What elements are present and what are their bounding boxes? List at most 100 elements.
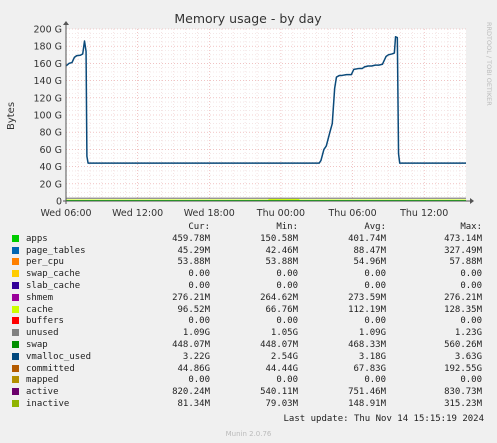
legend-series-name: mapped (26, 375, 59, 386)
legend-series-name: shmem (26, 292, 54, 303)
y-tick-label: 180 G (33, 42, 62, 53)
legend-swatch (12, 258, 19, 266)
legend-avg-value: 273.59M (348, 292, 386, 303)
legend-series-name: slab_cache (26, 280, 81, 291)
legend-min-value: 448.07M (260, 339, 298, 350)
legend-row-slab-cache: slab_cache 0.00 0.00 0.00 0.00 (12, 281, 482, 293)
legend-min-value: 540.11M (260, 387, 298, 398)
legend-cur-value: 45.29M (177, 245, 210, 256)
legend-cur-value: 53.88M (177, 257, 210, 268)
y-tick-label: 100 G (33, 111, 62, 122)
x-tick-label: Thu 12:00 (399, 208, 448, 219)
legend-avg-value: 0.00 (364, 375, 386, 386)
y-tick-label: 160 G (33, 59, 62, 70)
legend-min-value: 42.46M (265, 245, 298, 256)
y-tick-label: 20 G (40, 179, 62, 190)
legend-min-value: 2.54G (270, 351, 298, 362)
legend-row-active: active 820.24M 540.11M 751.46M 830.73M (12, 387, 482, 399)
legend-avg-value: 0.00 (364, 316, 386, 327)
legend-swatch (12, 364, 19, 372)
y-tick-label: 200 G (33, 25, 62, 36)
legend-cur-value: 0.00 (188, 269, 210, 280)
legend-series-name: page_tables (26, 245, 86, 256)
legend-min-value: 66.76M (265, 304, 298, 315)
y-axis-label: Bytes (6, 102, 17, 130)
legend-cur-value: 459.78M (172, 233, 210, 244)
y-tick-label: 120 G (33, 93, 62, 104)
header-min: Min: (276, 222, 298, 232)
legend-series-name: per_cpu (26, 257, 64, 268)
y-tick-label: 60 G (40, 145, 62, 156)
legend-cur-value: 81.34M (177, 398, 210, 409)
legend-row-mapped: mapped 0.00 0.00 0.00 0.00 (12, 375, 482, 387)
legend-row-page-tables: page_tables 45.29M 42.46M 88.47M 327.49M (12, 246, 482, 258)
legend-row-swap-cache: swap_cache 0.00 0.00 0.00 0.00 (12, 269, 482, 281)
legend-max-value: 57.88M (449, 257, 482, 268)
legend-max-value: 830.73M (444, 387, 482, 398)
legend-cur-value: 3.22G (182, 351, 210, 362)
legend-cur-value: 1.09G (182, 328, 210, 339)
legend-avg-value: 751.46M (348, 387, 386, 398)
legend-min-value: 0.00 (276, 269, 298, 280)
y-tick-label: 80 G (40, 128, 62, 139)
legend-min-value: 150.58M (260, 233, 298, 244)
legend-min-value: 1.05G (270, 328, 298, 339)
legend-swatch (12, 246, 19, 254)
chart-title: Memory usage - by day (174, 11, 322, 26)
legend-row-inactive: inactive 81.34M 79.03M 148.91M 315.23M (12, 399, 482, 411)
last-update: Last update: Thu Nov 14 15:15:19 2024 (283, 414, 484, 424)
x-tick-label: Wed 06:00 (40, 208, 91, 219)
legend-table: Cur: Min: Avg: Max: apps 459.78M 150.58M 40… (12, 222, 482, 411)
munin-graph: 0 20 G 40 G 60 G 80 G 100 G 120 G 140 G 160 G 180… (0, 0, 497, 443)
legend-max-value: 327.49M (444, 245, 482, 256)
legend-max-value: 0.00 (460, 269, 482, 280)
legend-max-value: 3.63G (454, 351, 482, 362)
x-tick-label: Thu 06:00 (327, 208, 376, 219)
legend-series-name: committed (26, 363, 75, 374)
legend-rows: apps 459.78M 150.58M 401.74M 473.14M page_tab… (12, 234, 482, 411)
legend-series-name: active (26, 387, 59, 398)
legend-series-name: cache (26, 304, 54, 315)
legend-swatch (12, 270, 19, 278)
legend-avg-value: 148.91M (348, 398, 386, 409)
legend-swatch (12, 317, 19, 325)
legend-series-name: inactive (26, 398, 70, 409)
legend-row-per-cpu: per_cpu 53.88M 53.88M 54.96M 57.88M (12, 257, 482, 269)
legend-series-name: swap (26, 339, 48, 350)
legend-swatch (12, 376, 19, 384)
legend-swatch (12, 340, 19, 348)
legend-max-value: 0.00 (460, 316, 482, 327)
legend-row-committed: committed 44.86G 44.44G 67.83G 192.55G (12, 364, 482, 376)
legend-cur-value: 448.07M (172, 339, 210, 350)
legend-swatch (12, 293, 19, 301)
legend-avg-value: 1.09G (358, 328, 386, 339)
legend-swatch (12, 399, 19, 407)
legend-max-value: 315.23M (444, 398, 482, 409)
legend-swatch (12, 305, 19, 313)
legend-row-shmem: shmem 276.21M 264.62M 273.59M 276.21M (12, 293, 482, 305)
legend-avg-value: 54.96M (353, 257, 386, 268)
legend-row-unused: unused 1.09G 1.05G 1.09G 1.23G (12, 328, 482, 340)
legend-avg-value: 0.00 (364, 280, 386, 291)
legend-series-name: swap_cache (26, 269, 81, 280)
legend-min-value: 0.00 (276, 375, 298, 386)
legend-swatch (12, 388, 19, 396)
legend-avg-value: 112.19M (348, 304, 386, 315)
legend-row-apps: apps 459.78M 150.58M 401.74M 473.14M (12, 234, 482, 246)
legend-swatch (12, 329, 19, 337)
legend-max-value: 0.00 (460, 280, 482, 291)
header-cur: Cur: (188, 222, 210, 232)
legend-series-name: vmalloc_used (26, 351, 92, 362)
legend-max-value: 560.26M (444, 339, 482, 350)
x-tick-label: Wed 18:00 (184, 208, 235, 219)
legend-row-vmalloc-used: vmalloc_used 3.22G 2.54G 3.18G 3.63G (12, 352, 482, 364)
legend-row-buffers: buffers 0.00 0.00 0.00 0.00 (12, 316, 482, 328)
legend-min-value: 264.62M (260, 292, 298, 303)
x-tick-label: Thu 00:00 (256, 208, 305, 219)
legend-min-value: 0.00 (276, 316, 298, 327)
legend-avg-value: 88.47M (353, 245, 386, 256)
legend-row-swap: swap 448.07M 448.07M 468.33M 560.26M (12, 340, 482, 352)
legend-avg-value: 401.74M (348, 233, 386, 244)
y-tick-label: 0 (56, 197, 62, 208)
legend-cur-value: 0.00 (188, 280, 210, 291)
